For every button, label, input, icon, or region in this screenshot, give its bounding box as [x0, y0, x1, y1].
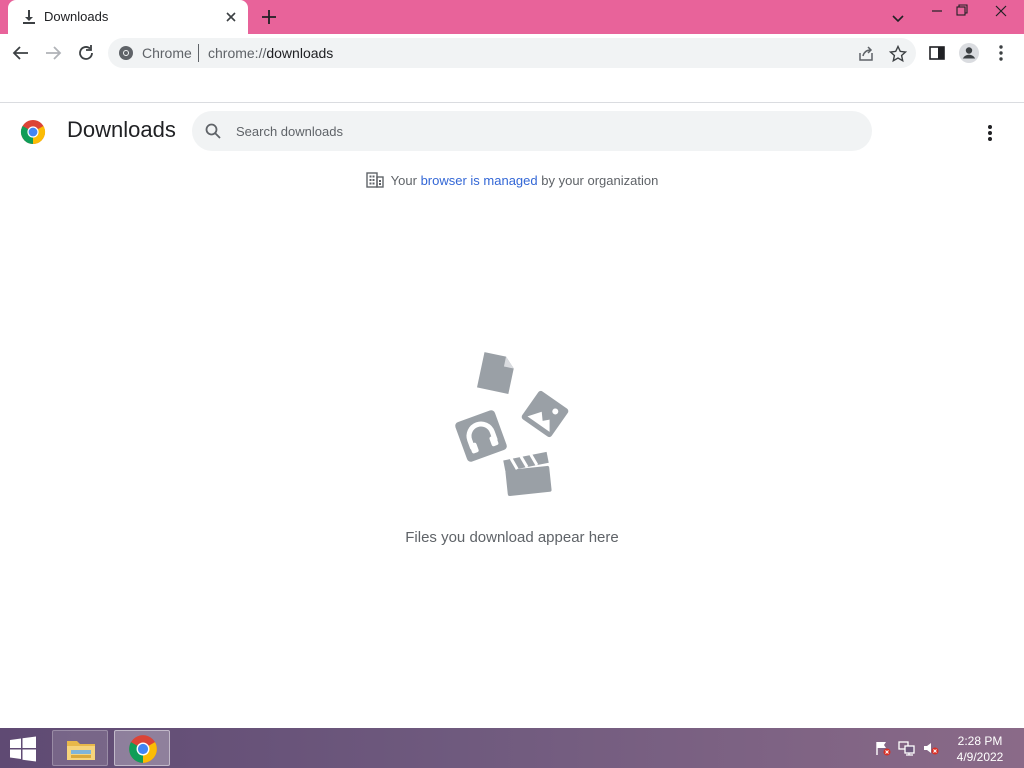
omnibox-url[interactable]: chrome://downloads — [208, 45, 333, 61]
chrome-menu-icon[interactable] — [990, 42, 1012, 64]
building-icon — [365, 172, 384, 188]
share-icon[interactable] — [856, 44, 876, 64]
tab-strip: Downloads — [0, 0, 1024, 34]
clock-date: 4/9/2022 — [956, 750, 1004, 764]
tab-search-chevron-icon[interactable] — [888, 8, 908, 28]
address-bar[interactable]: Chrome chrome://downloads — [108, 38, 916, 68]
managed-notice: Your browser is managed by your organiza… — [0, 172, 1024, 192]
url-path: downloads — [266, 45, 334, 61]
search-icon[interactable] — [204, 122, 222, 140]
window-close-icon[interactable] — [983, 0, 1019, 22]
tab-title: Downloads — [44, 9, 109, 24]
search-downloads-input[interactable] — [236, 121, 836, 141]
chrome-page-icon[interactable] — [118, 45, 134, 61]
download-icon — [23, 10, 35, 24]
video-clapper-icon — [503, 451, 552, 497]
taskbar: 2:28 PM 4/9/2022 — [0, 728, 1024, 768]
document-icon — [477, 352, 514, 394]
system-clock[interactable]: 2:28 PM 4/9/2022 — [950, 733, 1010, 765]
chrome-logo-icon — [129, 735, 157, 763]
chrome-taskbar-button[interactable] — [114, 730, 170, 766]
omnibox-chip-label: Chrome — [142, 45, 192, 61]
forward-icon[interactable] — [40, 40, 66, 66]
clock-time: 2:28 PM — [957, 734, 1003, 748]
browser-managed-link[interactable]: browser is managed — [421, 173, 538, 188]
side-panel-icon[interactable] — [926, 42, 948, 64]
chrome-logo-icon — [20, 120, 46, 144]
tab-downloads[interactable]: Downloads — [8, 0, 248, 34]
url-scheme: chrome:// — [208, 45, 267, 61]
restore-icon[interactable] — [947, 0, 977, 22]
managed-prefix: Your — [390, 173, 417, 188]
folder-icon — [67, 741, 95, 760]
profile-avatar-icon[interactable] — [958, 42, 980, 64]
bookmark-star-icon[interactable] — [888, 44, 908, 64]
managed-suffix: by your organization — [541, 173, 659, 188]
action-center-flag-icon[interactable] — [874, 740, 892, 756]
reload-icon[interactable] — [73, 40, 99, 66]
more-actions-icon[interactable] — [978, 121, 1002, 145]
omnibox-separator — [198, 44, 199, 62]
search-box[interactable] — [192, 111, 872, 151]
network-icon[interactable] — [898, 740, 916, 756]
browser-window: Downloads Chrome chrome://downloads Down… — [0, 0, 1024, 768]
downloads-toolbar: Downloads — [0, 103, 1024, 159]
windows-start-icon[interactable] — [8, 736, 38, 762]
volume-muted-icon[interactable] — [922, 740, 940, 756]
new-tab-icon[interactable] — [258, 6, 280, 28]
empty-downloads-illustration — [455, 352, 569, 497]
back-icon[interactable] — [8, 40, 34, 66]
toolbar: Chrome chrome://downloads — [0, 34, 1024, 72]
audio-icon — [455, 410, 507, 462]
image-icon — [521, 390, 569, 438]
file-explorer-button[interactable] — [52, 730, 108, 766]
page-title: Downloads — [67, 117, 176, 142]
empty-state-message: Files you download appear here — [405, 529, 619, 546]
close-tab-icon[interactable] — [222, 8, 240, 26]
